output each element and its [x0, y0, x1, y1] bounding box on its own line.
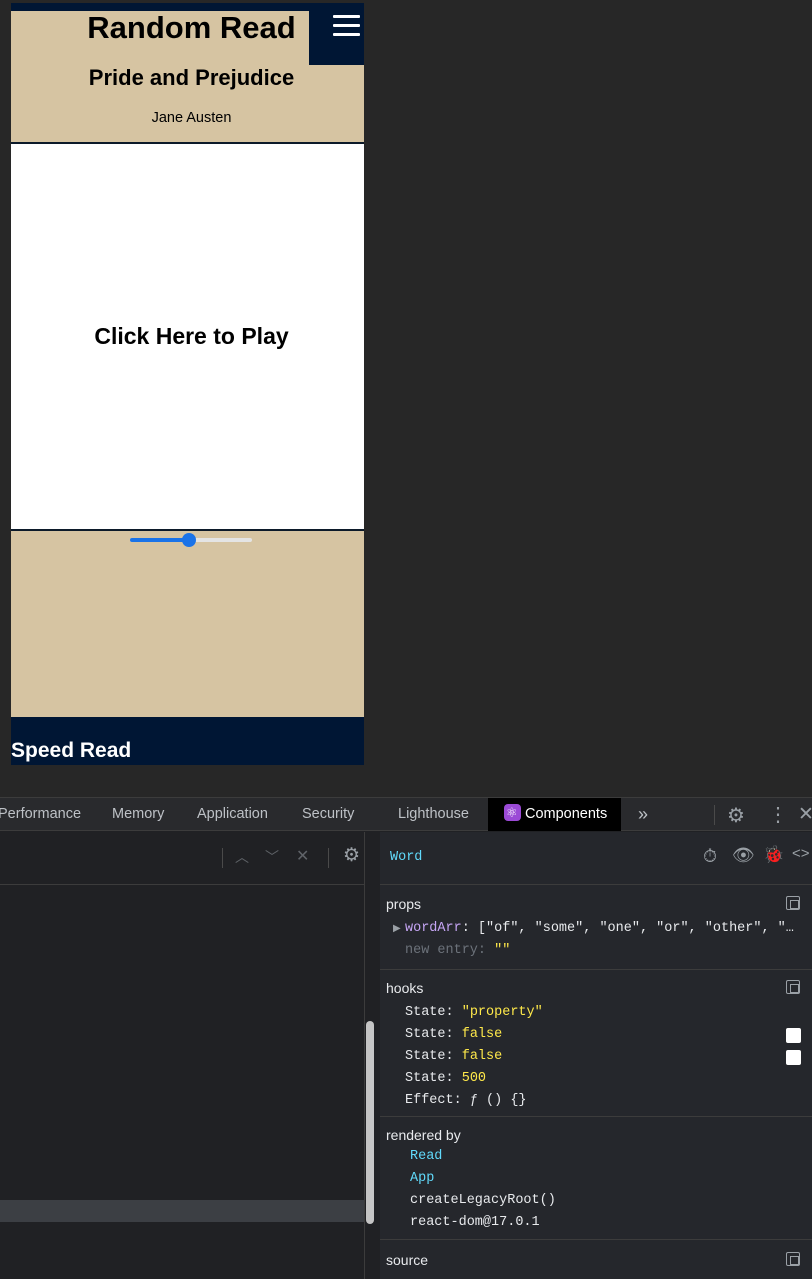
- owner-link-read[interactable]: Read: [410, 1149, 442, 1164]
- rendered-by-title: rendered by: [386, 1127, 461, 1143]
- source-section: source: [380, 1240, 812, 1279]
- close-devtools-icon[interactable]: ✕: [798, 803, 812, 826]
- clear-search-icon[interactable]: ✕: [296, 846, 309, 866]
- more-tabs-icon[interactable]: »: [638, 798, 648, 831]
- settings-gear-icon[interactable]: ⚙: [727, 803, 745, 828]
- selected-tree-row[interactable]: [0, 1200, 364, 1222]
- app-title: Random Read: [87, 10, 296, 45]
- hook-row[interactable]: Effect: ƒ () {}: [405, 1093, 527, 1108]
- toolbar-divider: [328, 848, 329, 868]
- eye-icon[interactable]: 👁: [732, 845, 755, 866]
- component-tree-panel: ︿ ﹀ ✕ ⚙: [0, 832, 374, 1279]
- renderer-version: react-dom@17.0.1: [410, 1215, 540, 1230]
- speed-slider[interactable]: [130, 532, 252, 548]
- devtools-panel: Performance Memory Application Security …: [0, 796, 812, 1279]
- hooks-section: hooks State: "property" State: false Sta…: [380, 970, 812, 1117]
- next-result-icon[interactable]: ﹀: [265, 847, 279, 867]
- tab-components-label: Components: [525, 806, 608, 822]
- view-source-icon[interactable]: <>: [792, 845, 810, 862]
- stopwatch-icon[interactable]: ⏱: [703, 846, 717, 867]
- rendered-by-section: rendered by Read App createLegacyRoot() …: [380, 1117, 812, 1240]
- new-entry-key: new entry: [405, 943, 478, 958]
- hook-row[interactable]: State: "property": [405, 1005, 543, 1020]
- component-inspector: Word ⏱ 👁 🐞 <> props ▶ wordArr: ["of", "s…: [380, 832, 812, 1279]
- play-area[interactable]: Click Here to Play: [11, 142, 364, 531]
- book-author: Jane Austen: [151, 110, 232, 126]
- props-section: props ▶ wordArr: ["of", "some", "one", "…: [380, 885, 812, 970]
- react-logo-icon: [504, 796, 521, 829]
- hook-row[interactable]: State: false: [405, 1027, 502, 1042]
- tab-components[interactable]: Components: [488, 796, 622, 831]
- app-viewport: Random Read Pride and Prejudice Jane Aus…: [11, 3, 364, 765]
- new-entry-row[interactable]: new entry: "": [405, 943, 510, 958]
- selected-component-name: Word: [390, 850, 423, 865]
- state-checkbox[interactable]: [786, 1050, 801, 1065]
- prop-row[interactable]: wordArr: ["of", "some", "one", "or", "ot…: [405, 921, 794, 936]
- source-title: source: [386, 1252, 429, 1268]
- tree-toolbar: ︿ ﹀ ✕ ⚙: [0, 832, 364, 885]
- previous-result-icon[interactable]: ︿: [235, 847, 249, 867]
- tab-performance[interactable]: Performance: [0, 798, 81, 831]
- tab-security[interactable]: Security: [302, 798, 354, 831]
- prop-value: ["of", "some", "one", "or", "other", "…: [477, 921, 794, 936]
- owner-link-app[interactable]: App: [410, 1171, 434, 1186]
- tabbar-divider: [714, 805, 715, 825]
- devtools-tab-bar: Performance Memory Application Security …: [0, 796, 812, 831]
- more-options-icon[interactable]: ⋮: [768, 802, 788, 827]
- slider-thumb[interactable]: [181, 533, 196, 547]
- hooks-title: hooks: [386, 980, 424, 996]
- tab-lighthouse[interactable]: Lighthouse: [398, 798, 469, 831]
- copy-icon[interactable]: [786, 896, 800, 910]
- prop-key: wordArr: [405, 921, 462, 936]
- tab-application[interactable]: Application: [197, 798, 268, 831]
- hook-row[interactable]: State: false: [405, 1049, 502, 1064]
- props-title: props: [386, 896, 422, 912]
- new-entry-value: "": [494, 943, 511, 958]
- renderer-root: createLegacyRoot(): [410, 1193, 556, 1208]
- state-checkbox[interactable]: [786, 1028, 801, 1043]
- inspector-header: Word ⏱ 👁 🐞 <>: [380, 832, 812, 885]
- toolbar-divider: [222, 848, 223, 868]
- hook-row[interactable]: State: 500: [405, 1071, 486, 1086]
- play-label: Click Here to Play: [94, 323, 289, 349]
- slider-fill: [130, 538, 189, 542]
- bug-icon[interactable]: 🐞: [763, 845, 784, 865]
- copy-icon[interactable]: [786, 980, 800, 994]
- settings-icon[interactable]: ⚙: [343, 844, 360, 867]
- tree-scrollbar[interactable]: [366, 1021, 374, 1224]
- tab-memory[interactable]: Memory: [112, 798, 164, 831]
- copy-icon[interactable]: [786, 1252, 800, 1266]
- book-title: Pride and Prejudice: [88, 65, 295, 90]
- expand-arrow-icon[interactable]: ▶: [393, 923, 401, 935]
- footer-label: Speed Read: [11, 739, 132, 762]
- footer: Speed Read: [11, 717, 364, 765]
